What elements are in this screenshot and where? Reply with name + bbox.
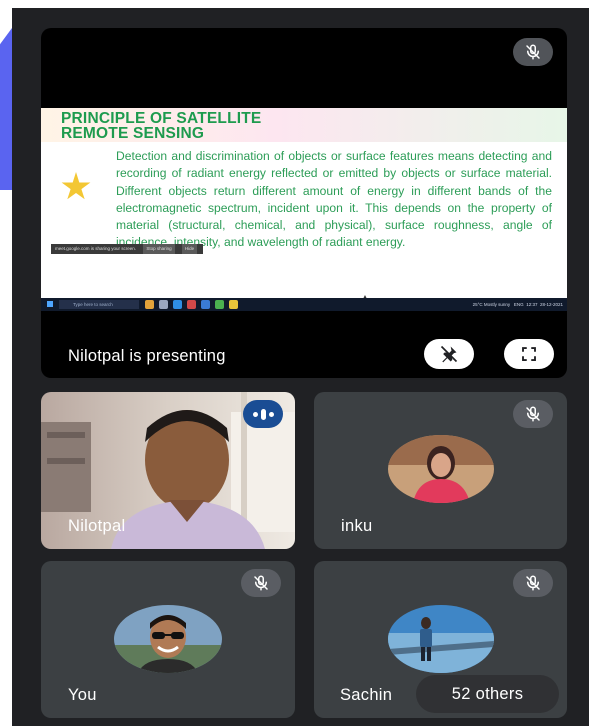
participant-name: inku [341,517,373,535]
taskbar-search: Type here to search [59,300,139,309]
shared-slide: PRINCIPLE OF SATELLITE REMOTE SENSING De… [41,108,567,298]
share-banner-text: meet.google.com is sharing your screen. [55,246,137,251]
windows-taskbar: Type here to search 25°C Mostly sunny EN… [41,298,567,311]
avatar [388,435,494,503]
star-icon [61,172,91,200]
speaking-indicator-icon [243,400,283,428]
stop-sharing-button[interactable]: Stop sharing [143,244,175,254]
app-icon [201,300,210,309]
participant-tile-you[interactable]: You [41,561,295,718]
slide-title-line2: REMOTE SENSING [61,125,205,142]
taskbar-apps [145,300,238,309]
unpin-button[interactable] [424,339,474,369]
fullscreen-icon [522,347,536,361]
system-tray: 25°C Mostly sunny ENG 12:37 28-12-2021 [473,298,563,311]
slide-title-line1: PRINCIPLE OF SATELLITE [61,110,262,127]
meet-app: PRINCIPLE OF SATELLITE REMOTE SENSING De… [12,8,589,726]
slide-title: PRINCIPLE OF SATELLITE REMOTE SENSING [41,108,567,142]
mic-off-icon [513,38,553,66]
participant-tile-nilotpal[interactable]: Nilotpal [41,392,295,549]
mic-off-icon [513,569,553,597]
presentation-tile[interactable]: PRINCIPLE OF SATELLITE REMOTE SENSING De… [41,28,567,378]
windows-start-icon [47,301,53,307]
others-count-button[interactable]: 52 others [416,675,559,713]
language-text: ENG [513,302,524,307]
app-icon [145,300,154,309]
clock-date: 28-12-2021 [539,302,563,307]
screen-share-banner[interactable]: meet.google.com is sharing your screen. … [51,244,203,254]
participant-name: You [68,686,97,704]
slide-body-text: Detection and discrimination of objects … [116,149,552,250]
participant-name: Nilotpal [68,517,126,535]
app-icon [187,300,196,309]
presenting-label: Nilotpal is presenting [68,347,226,365]
app-icon [173,300,182,309]
hide-button[interactable]: Hide [181,244,198,254]
participant-name: Sachin [340,686,393,704]
participant-tile-inku[interactable]: inku [314,392,567,549]
mic-off-icon [513,400,553,428]
clock-time: 12:37 [526,302,538,307]
app-icon [159,300,168,309]
app-icon [229,300,238,309]
left-accent-shape [0,28,12,190]
fullscreen-button[interactable] [504,339,554,369]
pin-off-icon [440,345,458,363]
weather-text: 25°C Mostly sunny [472,302,511,307]
avatar [114,605,222,673]
mic-off-icon [241,569,281,597]
app-icon [215,300,224,309]
avatar [388,605,494,673]
